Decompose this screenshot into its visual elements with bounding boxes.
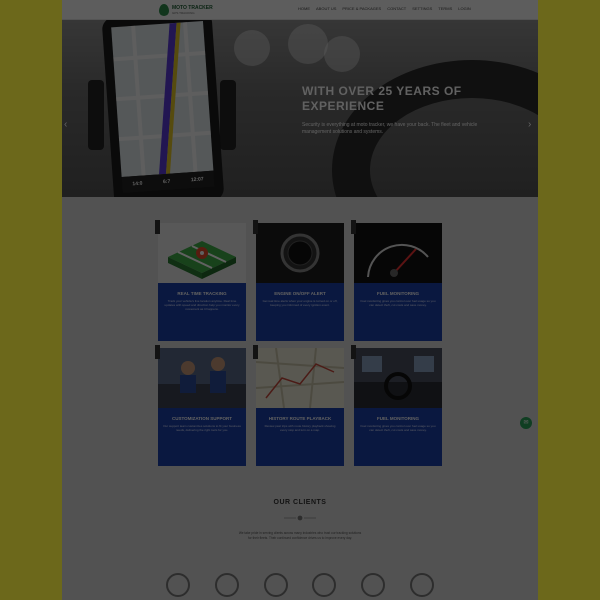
client-logo-2: [214, 573, 239, 597]
gps-stat: 14:0: [132, 180, 143, 188]
nav-contact[interactable]: CONTACT: [387, 6, 406, 11]
nav-about[interactable]: ABOUT US: [316, 6, 336, 11]
feature-text: Fuel monitoring gives you control over f…: [360, 424, 436, 432]
feature-title: ENGINE ON/OFF ALERT: [274, 291, 326, 296]
clients-description: We take pride in serving clients across …: [238, 531, 362, 540]
feature-card-body: HISTORY ROUTE PLAYBACK Review past trips…: [256, 408, 344, 466]
nav-settings[interactable]: SETTINGS: [412, 6, 432, 11]
phone-gps-image: 14:0 6:7 12:07: [101, 20, 225, 197]
feature-card[interactable]: REAL TIME TRACKING Track your vehicle's …: [155, 220, 246, 341]
hero-subtitle: Security is everything at moto tracker, …: [302, 122, 478, 135]
feature-card-body: FUEL MONITORING Fuel monitoring gives yo…: [354, 283, 442, 341]
feature-text: Fuel monitoring gives you control over f…: [360, 299, 436, 307]
feature-card-body: FUEL MONITORING Fuel monitoring gives yo…: [354, 408, 442, 466]
bokeh-light: [288, 24, 328, 64]
mechanics-icon: [158, 348, 246, 408]
card-corner: [155, 220, 160, 234]
client-logo-5: [361, 573, 386, 597]
bokeh-light: [324, 36, 360, 72]
hero-slider: 14:0 6:7 12:07 WITH OVER 25 YEARS OF EXP…: [62, 20, 538, 197]
gps-stat: 12:07: [190, 176, 204, 184]
feature-text: Get real time alerts when your engine is…: [262, 299, 338, 307]
main-content: REAL TIME TRACKING Track your vehicle's …: [62, 197, 538, 600]
feature-card[interactable]: ENGINE ON/OFF ALERT Get real time alerts…: [253, 220, 344, 341]
fuel-gauge-icon: [354, 223, 442, 283]
left-background: [0, 0, 62, 600]
clients-heading: OUR CLIENTS: [273, 499, 327, 506]
nav-pricing[interactable]: PRICE & PACKAGES: [342, 6, 381, 11]
engine-button-icon: [256, 223, 344, 283]
feature-card[interactable]: FUEL MONITORING Fuel monitoring gives yo…: [351, 220, 442, 341]
client-logo-6: [409, 573, 434, 597]
feature-title: FUEL MONITORING: [376, 416, 420, 421]
divider-icon: [284, 515, 316, 521]
nav-terms[interactable]: TERMS: [438, 6, 452, 11]
feature-card-body: REAL TIME TRACKING Track your vehicle's …: [158, 283, 246, 341]
feature-card[interactable]: FUEL MONITORING Fuel monitoring gives yo…: [351, 345, 442, 466]
feature-card-body: CUSTOMIZATION SUPPORT Our support team c…: [158, 408, 246, 466]
website-page: MOTO TRACKER GPS TRACKING HOME ABOUT US …: [62, 0, 538, 600]
slider-next-icon[interactable]: ›: [528, 118, 536, 132]
phone-mount-right: [220, 80, 236, 150]
dashboard-icon: [354, 348, 442, 408]
hero-title: WITH OVER 25 YEARS OF EXPERIENCE: [302, 84, 462, 113]
client-logo-3: [263, 573, 288, 597]
client-logo-1: [166, 573, 190, 597]
right-background: [538, 0, 600, 600]
map-pin-icon: [158, 223, 246, 283]
feature-text: Track your vehicle's live location anyti…: [164, 299, 240, 311]
card-corner: [351, 220, 356, 234]
gps-map-screen: [111, 20, 214, 178]
route-map-icon: [256, 348, 344, 408]
chat-icon[interactable]: ✉: [520, 417, 532, 429]
client-logo-row: [166, 573, 434, 597]
feature-title: REAL TIME TRACKING: [177, 291, 227, 296]
card-corner: [253, 345, 258, 359]
bokeh-light: [234, 30, 270, 66]
feature-title: FUEL MONITORING: [376, 291, 420, 296]
logo-title: MOTO TRACKER: [172, 4, 213, 11]
logo-subtitle: GPS TRACKING: [172, 10, 195, 15]
card-corner: [155, 345, 160, 359]
feature-card[interactable]: CUSTOMIZATION SUPPORT Our support team c…: [155, 345, 246, 466]
card-corner: [351, 345, 356, 359]
feature-card[interactable]: HISTORY ROUTE PLAYBACK Review past trips…: [253, 345, 344, 466]
feature-card-body: ENGINE ON/OFF ALERT Get real time alerts…: [256, 283, 344, 341]
slider-prev-icon[interactable]: ‹: [64, 118, 72, 132]
feature-title: CUSTOMIZATION SUPPORT: [171, 416, 233, 421]
gps-stat: 6:7: [162, 178, 171, 186]
phone-mount-left: [88, 80, 104, 150]
feature-title: HISTORY ROUTE PLAYBACK: [268, 416, 332, 421]
client-logo-4: [312, 573, 337, 597]
feature-text: Review past trips with route history pla…: [264, 424, 336, 432]
pin-logo-icon: [159, 4, 169, 16]
nav-login[interactable]: LOGIN: [458, 6, 470, 11]
card-corner: [253, 220, 258, 234]
main-nav: HOME ABOUT US PRICE & PACKAGES CONTACT S…: [298, 6, 471, 11]
feature-text: Our support team customizes solutions to…: [163, 424, 241, 432]
nav-home[interactable]: HOME: [298, 6, 310, 11]
site-logo[interactable]: MOTO TRACKER GPS TRACKING: [159, 2, 219, 18]
site-header: MOTO TRACKER GPS TRACKING HOME ABOUT US …: [62, 0, 538, 20]
